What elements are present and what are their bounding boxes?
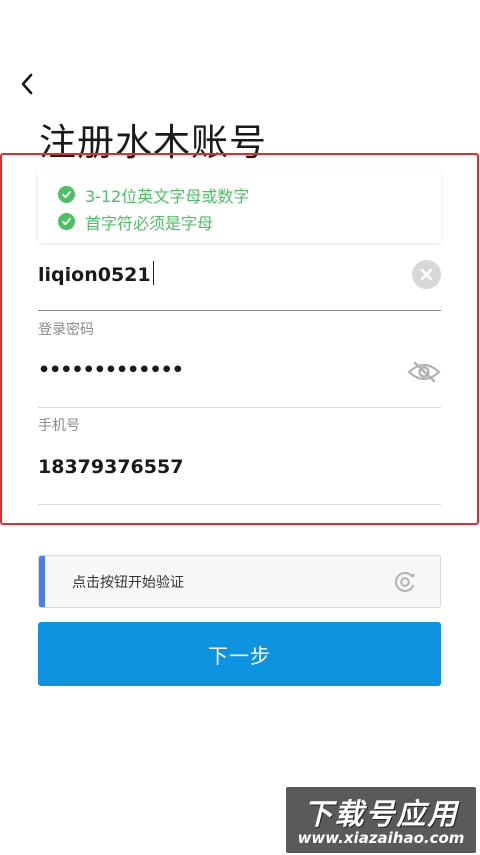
phone-field[interactable]: 手机号 18379376557 [38, 408, 441, 505]
clear-icon[interactable] [412, 260, 441, 289]
username-hint-card: 3-12位英文字母或数字 首字符必须是字母 [38, 169, 441, 243]
hint-item: 3-12位英文字母或数字 [58, 181, 421, 208]
text-cursor [152, 261, 155, 285]
verify-accent-bar [39, 556, 45, 607]
verify-label: 点击按钮开始验证 [72, 575, 184, 591]
eye-off-icon[interactable] [407, 360, 441, 384]
password-input[interactable]: ••••••••••••• [38, 359, 184, 381]
phone-label: 手机号 [38, 418, 80, 434]
check-circle-icon [58, 213, 75, 230]
username-input[interactable]: liqion0521 [38, 264, 151, 286]
hint-item: 首字符必须是字母 [58, 208, 421, 235]
watermark-url: www.xiazaihao.com [297, 829, 465, 847]
verify-button[interactable]: 点击按钮开始验证 [38, 555, 441, 608]
phone-input[interactable]: 18379376557 [38, 456, 183, 478]
hint-text: 3-12位英文字母或数字 [85, 186, 250, 206]
hint-text: 首字符必须是字母 [85, 213, 214, 233]
next-step-button[interactable]: 下一步 [38, 622, 441, 686]
watermark-logo: 下载号应用 www.xiazaihao.com [286, 787, 476, 853]
username-field[interactable]: liqion0521 [38, 248, 441, 311]
username-value-wrap: liqion0521 [38, 261, 155, 286]
phone-underline [38, 504, 441, 505]
password-label: 登录密码 [38, 322, 94, 338]
refresh-verify-icon [392, 569, 418, 595]
back-button[interactable] [16, 70, 40, 98]
password-field[interactable]: 登录密码 ••••••••••••• [38, 311, 441, 408]
chevron-left-icon [21, 73, 33, 95]
check-circle-icon [58, 186, 75, 203]
watermark-title: 下载号应用 [303, 797, 459, 831]
